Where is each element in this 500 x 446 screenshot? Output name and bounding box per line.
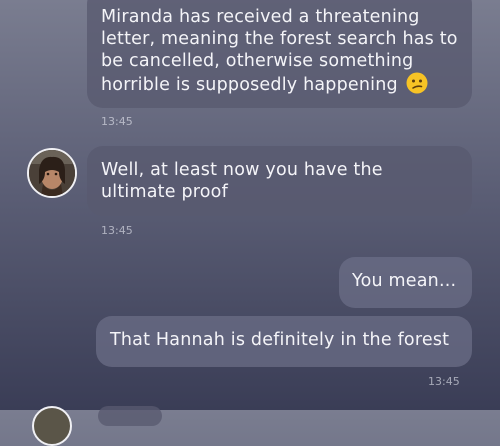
chat-view: Miranda has received a threatening lette…	[0, 0, 500, 446]
avatar[interactable]	[32, 406, 72, 446]
message-bubble-outgoing[interactable]: That Hannah is definitely in the forest	[96, 316, 472, 367]
message-timestamp: 13:45	[101, 224, 133, 237]
message-bubble-incoming[interactable]	[98, 406, 162, 426]
message-text: Miranda has received a threatening lette…	[101, 7, 458, 95]
message-bubble-incoming[interactable]: Miranda has received a threatening lette…	[87, 0, 472, 108]
message-timestamp: 13:45	[101, 115, 133, 128]
message-text: You mean...	[352, 271, 457, 291]
avatar-photo	[29, 150, 75, 196]
message-timestamp: 13:45	[428, 375, 460, 388]
message-bubble-outgoing[interactable]: You mean...	[339, 257, 472, 308]
avatar[interactable]	[27, 148, 77, 198]
confused-face-emoji-icon	[406, 72, 428, 94]
message-text: That Hannah is definitely in the forest	[110, 330, 450, 350]
message-bubble-incoming[interactable]: Well, at least now you have the ultimate…	[87, 146, 472, 216]
message-text: Well, at least now you have the ultimate…	[101, 160, 383, 202]
